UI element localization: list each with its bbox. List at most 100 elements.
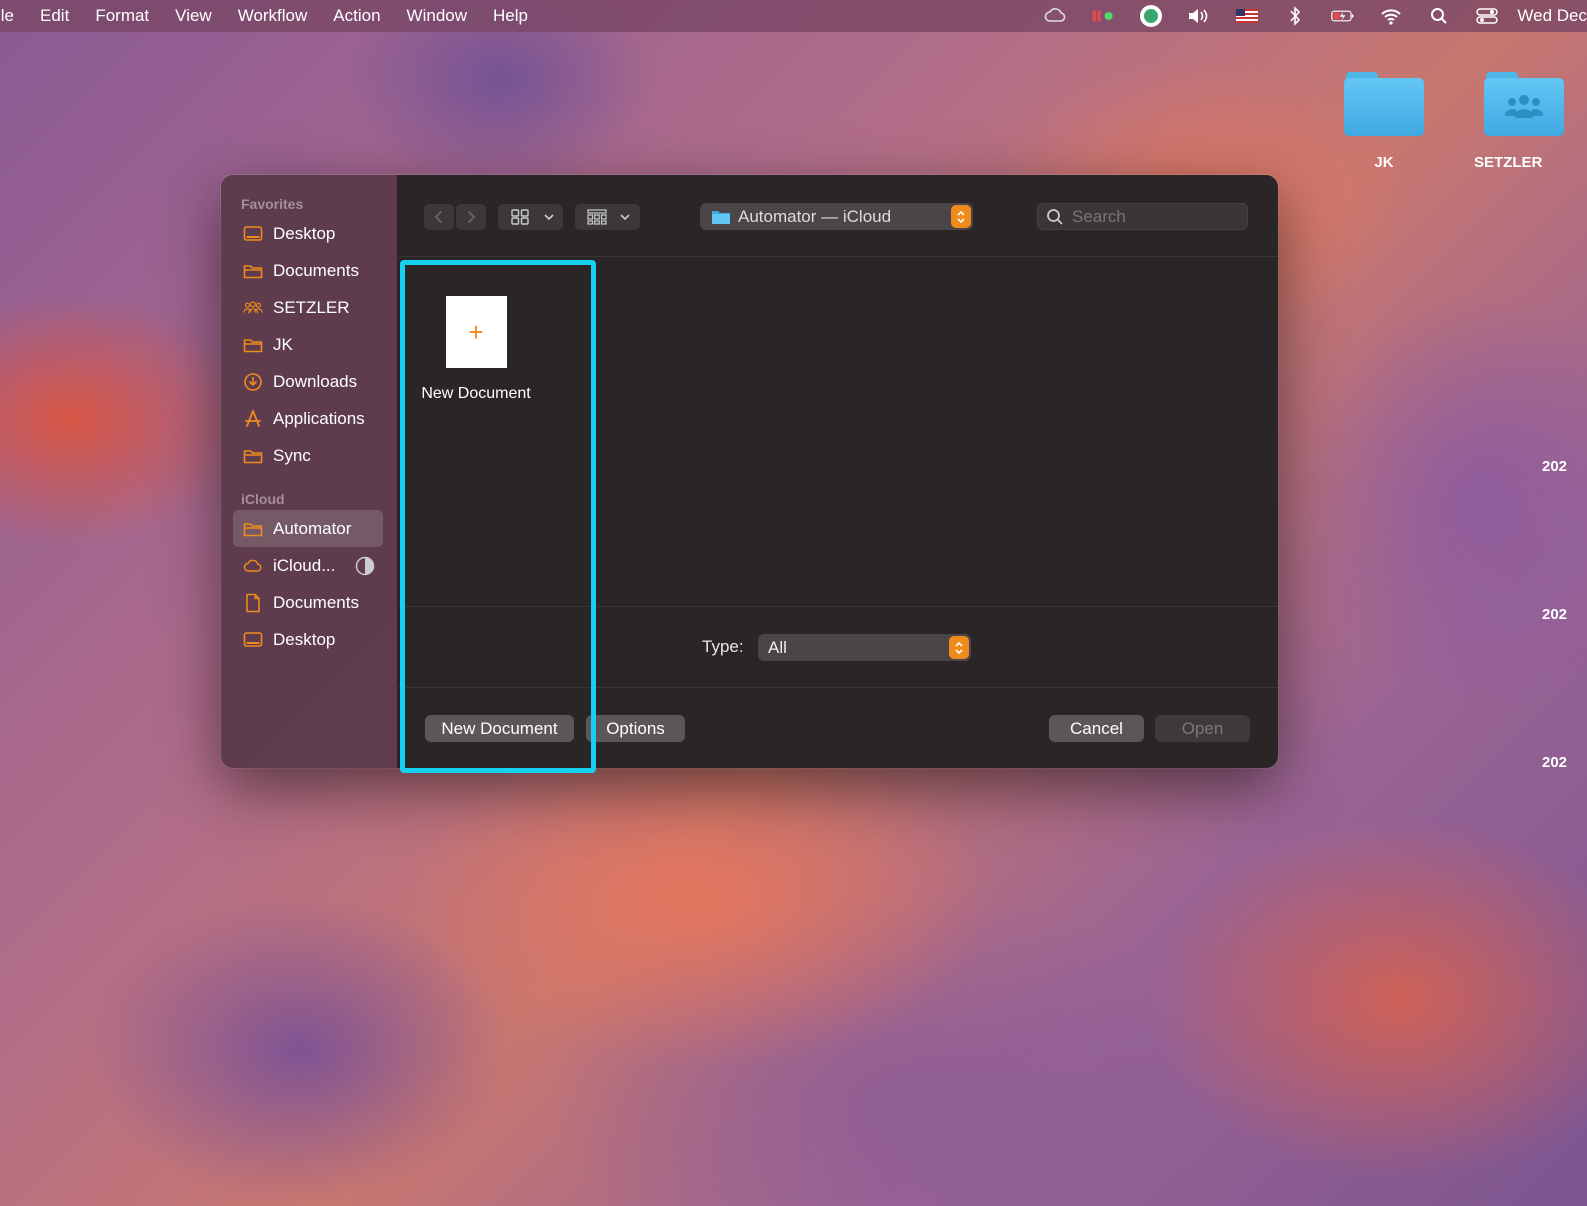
document-icon [243, 593, 263, 613]
sidebar-item-setzler[interactable]: SETZLER [221, 289, 397, 326]
sidebar-item-label: JK [273, 334, 293, 354]
sidebar-item-label: Applications [273, 408, 365, 428]
desktop-edge-label: 202 [1542, 754, 1568, 771]
menu-help[interactable]: Help [480, 6, 541, 26]
open-button[interactable]: Open [1155, 715, 1250, 742]
desktop-folder-jk[interactable]: JK [1344, 72, 1424, 171]
type-popup[interactable]: All [758, 634, 971, 661]
sidebar-section-favorites: Favorites [241, 196, 304, 212]
sidebar-item-label: Automator [273, 518, 352, 538]
chevron-down-icon [544, 214, 554, 221]
menu-file[interactable]: ile [0, 6, 27, 26]
menu-bar: ile Edit Format View Workflow Action Win… [0, 0, 1587, 32]
chevron-left-icon [434, 210, 443, 224]
desktop-edge-label: 202 [1542, 606, 1568, 623]
desktop-folder-setzler[interactable]: SETZLER [1474, 72, 1574, 171]
desktop-folder-label: SETZLER [1474, 154, 1543, 171]
wifi-icon[interactable] [1379, 7, 1403, 25]
status-area: Wed Dec [1031, 0, 1587, 32]
sidebar-item-desktop[interactable]: Desktop [221, 215, 397, 252]
menu-edit[interactable]: Edit [27, 6, 82, 26]
menu-workflow[interactable]: Workflow [225, 6, 321, 26]
sidebar-item-label: Downloads [273, 371, 358, 391]
open-dialog: Favorites Desktop Documents SETZLER JK D… [221, 175, 1278, 768]
sidebar-item-icloud-drive[interactable]: iCloud... [221, 547, 397, 584]
shared-users-icon [243, 298, 263, 318]
us-flag-icon[interactable] [1235, 7, 1259, 25]
menu-view[interactable]: View [162, 6, 225, 26]
sidebar-item-icloud-desktop[interactable]: Desktop [221, 621, 397, 658]
menu-action[interactable]: Action [320, 6, 393, 26]
volume-icon[interactable] [1187, 7, 1211, 25]
desktop-edge-label: 202 [1542, 458, 1568, 475]
sidebar-item-label: SETZLER [273, 297, 350, 317]
cancel-button[interactable]: Cancel [1049, 715, 1144, 742]
menu-format[interactable]: Format [82, 6, 162, 26]
view-mode-button[interactable] [498, 204, 563, 230]
file-item-new-document[interactable]: + New Document [416, 296, 536, 403]
folder-icon [243, 519, 263, 539]
group-by-button[interactable] [575, 204, 640, 230]
sidebar-item-label: Desktop [273, 629, 336, 649]
spotlight-icon[interactable] [1427, 7, 1451, 25]
creative-cloud-icon[interactable] [1043, 7, 1067, 25]
sidebar-item-icloud-documents[interactable]: Documents [221, 584, 397, 621]
download-icon [243, 372, 263, 392]
menu-window[interactable]: Window [394, 6, 480, 26]
new-document-button[interactable]: New Document [425, 715, 574, 742]
control-center-icon[interactable] [1475, 7, 1499, 25]
folder-icon [243, 335, 263, 355]
app-status-icon[interactable] [1139, 5, 1163, 27]
battery-icon[interactable] [1331, 7, 1355, 25]
file-browser: + New Document [398, 258, 1278, 607]
location-popup[interactable]: Automator — iCloud [700, 203, 973, 230]
sidebar-item-sync[interactable]: Sync [221, 437, 397, 474]
type-value: All [768, 637, 787, 657]
folder-icon [243, 446, 263, 466]
folder-icon [1344, 72, 1424, 136]
stepper-icon [949, 636, 969, 659]
sidebar-item-automator[interactable]: Automator [233, 510, 383, 547]
search-icon [1047, 208, 1063, 225]
sidebar-item-label: Documents [273, 592, 359, 612]
type-label: Type: [702, 637, 744, 656]
desktop-folder-label: JK [1374, 154, 1394, 171]
sidebar-section-icloud: iCloud [241, 491, 285, 507]
forward-button[interactable] [456, 204, 486, 230]
desktop-icon [243, 630, 263, 650]
applications-icon [243, 409, 263, 429]
app-menus: ile Edit Format View Workflow Action Win… [0, 6, 541, 26]
back-button[interactable] [424, 204, 454, 230]
folder-icon [243, 261, 263, 281]
options-button[interactable]: Options [586, 715, 685, 742]
desktop-icon [243, 224, 263, 244]
search-field [1037, 203, 1248, 230]
istat-menus-icon[interactable] [1091, 7, 1115, 25]
sidebar: Favorites Desktop Documents SETZLER JK D… [221, 175, 398, 768]
icon-view-icon [511, 209, 529, 225]
sidebar-item-documents[interactable]: Documents [221, 252, 397, 289]
search-input[interactable] [1072, 206, 1232, 227]
sidebar-item-applications[interactable]: Applications [221, 400, 397, 437]
group-icon [587, 209, 607, 225]
folder-icon [712, 210, 730, 224]
cloud-icon [243, 556, 263, 576]
bluetooth-icon[interactable] [1283, 6, 1307, 26]
browser-pane: Automator — iCloud + New Document Type: [398, 175, 1278, 768]
type-row: Type: All [398, 608, 1278, 688]
menu-clock[interactable]: Wed Dec [1517, 6, 1587, 26]
stepper-icon [951, 205, 971, 228]
toolbar: Automator — iCloud [398, 175, 1278, 257]
shared-folder-icon [1484, 72, 1564, 136]
sidebar-item-label: Documents [273, 260, 359, 280]
sidebar-item-label: Sync [273, 445, 311, 465]
file-item-label: New Document [421, 385, 531, 402]
sidebar-item-downloads[interactable]: Downloads [221, 363, 397, 400]
chevron-right-icon [467, 210, 476, 224]
sidebar-item-label: iCloud... [273, 555, 336, 575]
sidebar-item-jk[interactable]: JK [221, 326, 397, 363]
button-row: New Document Options Cancel Open [398, 689, 1278, 768]
sidebar-item-label: Desktop [273, 223, 336, 243]
plus-icon: + [468, 316, 484, 347]
location-label: Automator — iCloud [738, 206, 892, 226]
